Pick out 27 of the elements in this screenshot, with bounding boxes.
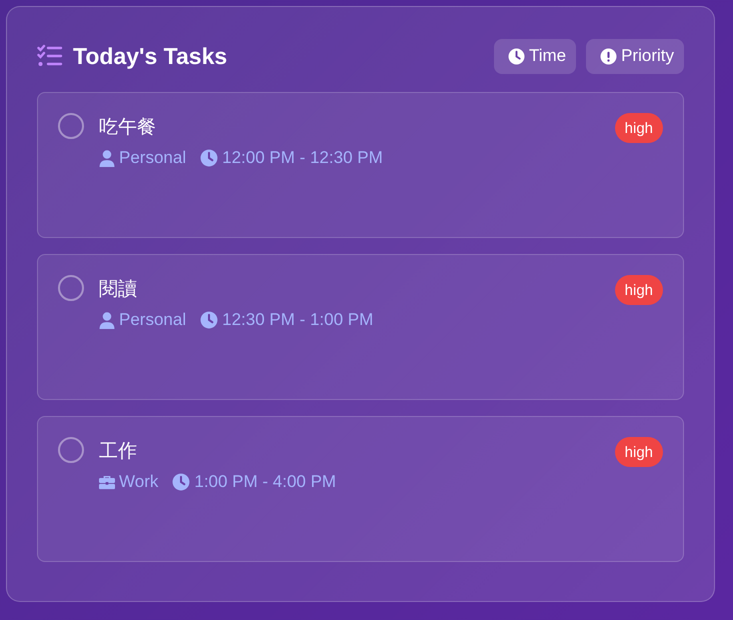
task-category: Personal xyxy=(119,310,186,330)
task-title: 吃午餐 xyxy=(99,115,157,140)
task-time: 12:30 PM - 1:00 PM xyxy=(222,310,374,330)
task-time: 12:00 PM - 12:30 PM xyxy=(222,148,383,168)
task-title: 工作 xyxy=(99,439,138,464)
priority-badge: high xyxy=(614,113,663,143)
task-checkbox[interactable] xyxy=(58,275,84,301)
person-icon xyxy=(99,312,115,328)
person-icon xyxy=(99,150,115,166)
sort-button[interactable]: Time xyxy=(494,38,576,74)
task-checkbox[interactable] xyxy=(58,437,84,463)
priority-badge: high xyxy=(614,437,663,467)
priority-badge: high xyxy=(614,275,663,305)
task-time: 1:00 PM - 4:00 PM xyxy=(194,472,336,492)
clock-icon xyxy=(508,48,525,64)
sort-button[interactable]: Priority xyxy=(586,38,684,74)
clock-icon xyxy=(172,473,190,491)
task-checkbox[interactable] xyxy=(58,113,84,139)
checklist-icon xyxy=(37,44,63,68)
clock-icon xyxy=(200,311,218,329)
page-title: Today's Tasks xyxy=(73,42,228,70)
task-title: 閱讀 xyxy=(99,277,138,302)
briefcase-icon xyxy=(99,474,115,490)
alert-icon xyxy=(600,48,618,64)
task-category: Work xyxy=(119,472,158,492)
task-category: Personal xyxy=(119,148,186,168)
clock-icon xyxy=(200,149,218,167)
